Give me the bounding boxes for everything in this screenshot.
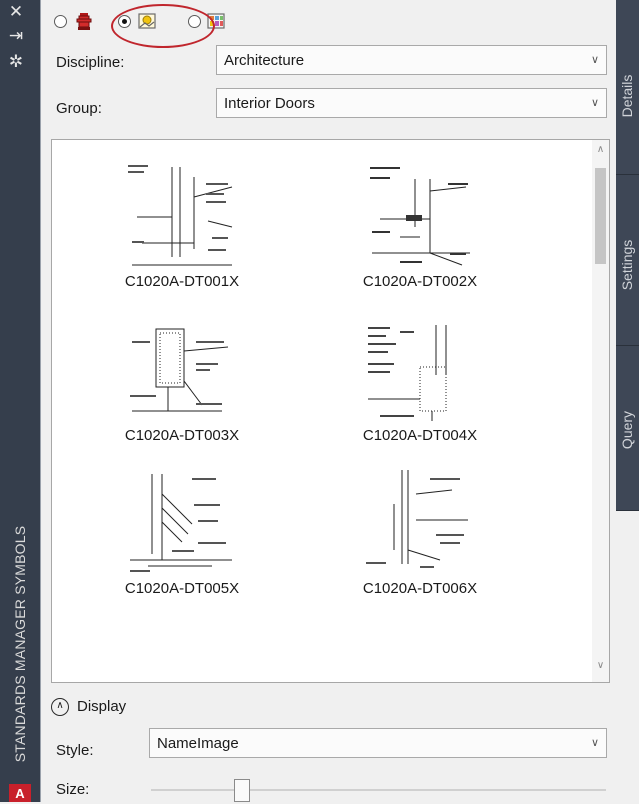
symbol-name: C1020A-DT005X (124, 580, 240, 597)
symbol-name: C1020A-DT004X (362, 427, 478, 444)
style-label: Style: (56, 742, 94, 759)
size-slider-thumb[interactable] (234, 779, 250, 802)
discipline-label: Discipline: (56, 54, 125, 71)
chevron-down-icon: ∨ (590, 737, 599, 749)
group-value: Interior Doors (224, 95, 315, 112)
scrollbar-thumb[interactable] (595, 168, 606, 264)
palette-title: STANDARDS MANAGER SYMBOLS (12, 525, 28, 763)
symbol-item[interactable]: C1020A-DT002X (330, 145, 510, 295)
palette-tabs: Details Settings Query (616, 0, 639, 802)
size-label: Size: (56, 781, 90, 798)
symbol-item[interactable]: C1020A-DT003X (92, 299, 272, 449)
display-section-label: Display (77, 698, 127, 715)
symbol-image-list: C1020A-DT001X C1020A-DT002X C1020A-DT003… (51, 139, 610, 683)
symbol-name: C1020A-DT001X (124, 273, 240, 290)
symbol-name: C1020A-DT002X (362, 273, 478, 290)
detail-thumbnail (368, 325, 447, 421)
close-icon[interactable]: ✕ (4, 2, 28, 22)
group-label: Group: (56, 100, 102, 117)
scroll-up-icon[interactable]: ∧ (592, 144, 609, 155)
size-slider-track[interactable] (151, 789, 606, 791)
group-dropdown[interactable]: Interior Doors ∨ (216, 88, 607, 118)
chevron-down-icon: ∨ (590, 54, 599, 66)
properties-icon[interactable]: ✲ (4, 52, 28, 72)
vertical-scrollbar[interactable]: ∧ ∨ (592, 140, 609, 682)
detail-thumbnail (370, 167, 470, 266)
palette-title-bar: ✕ ⇥ ✲ STANDARDS MANAGER SYMBOLS A (0, 0, 40, 802)
symbol-name: C1020A-DT003X (124, 427, 240, 444)
symbol-item[interactable]: C1020A-DT004X (330, 299, 510, 449)
tab-query[interactable]: Query (616, 346, 639, 511)
mode-radio-1[interactable] (54, 15, 67, 28)
symbol-item[interactable]: C1020A-DT005X (92, 452, 272, 602)
chevron-down-icon: ∨ (590, 97, 599, 109)
detail-thumbnail (128, 165, 233, 266)
symbol-item[interactable]: C1020A-DT001X (92, 145, 272, 295)
detail-thumbnail (130, 474, 232, 572)
symbol-name: C1020A-DT006X (362, 580, 478, 597)
style-dropdown[interactable]: NameImage ∨ (149, 728, 607, 758)
collapse-display-icon[interactable]: ∧ (51, 698, 69, 716)
tab-settings[interactable]: Settings (616, 175, 639, 346)
tab-details[interactable]: Details (616, 0, 639, 175)
highlight-annotation (111, 4, 215, 48)
style-value: NameImage (157, 735, 239, 752)
scroll-down-icon[interactable]: ∨ (592, 660, 609, 671)
detail-thumbnail (366, 470, 468, 568)
detail-thumbnail (130, 328, 229, 412)
autocad-logo-icon: A (9, 784, 31, 802)
symbol-item[interactable]: C1020A-DT006X (330, 452, 510, 602)
symbols-panel: Discipline: Architecture ∨ Group: Interi… (40, 0, 617, 802)
discipline-value: Architecture (224, 52, 305, 69)
auto-hide-icon[interactable]: ⇥ (4, 26, 28, 46)
fire-hydrant-icon (76, 13, 92, 30)
discipline-dropdown[interactable]: Architecture ∨ (216, 45, 607, 75)
